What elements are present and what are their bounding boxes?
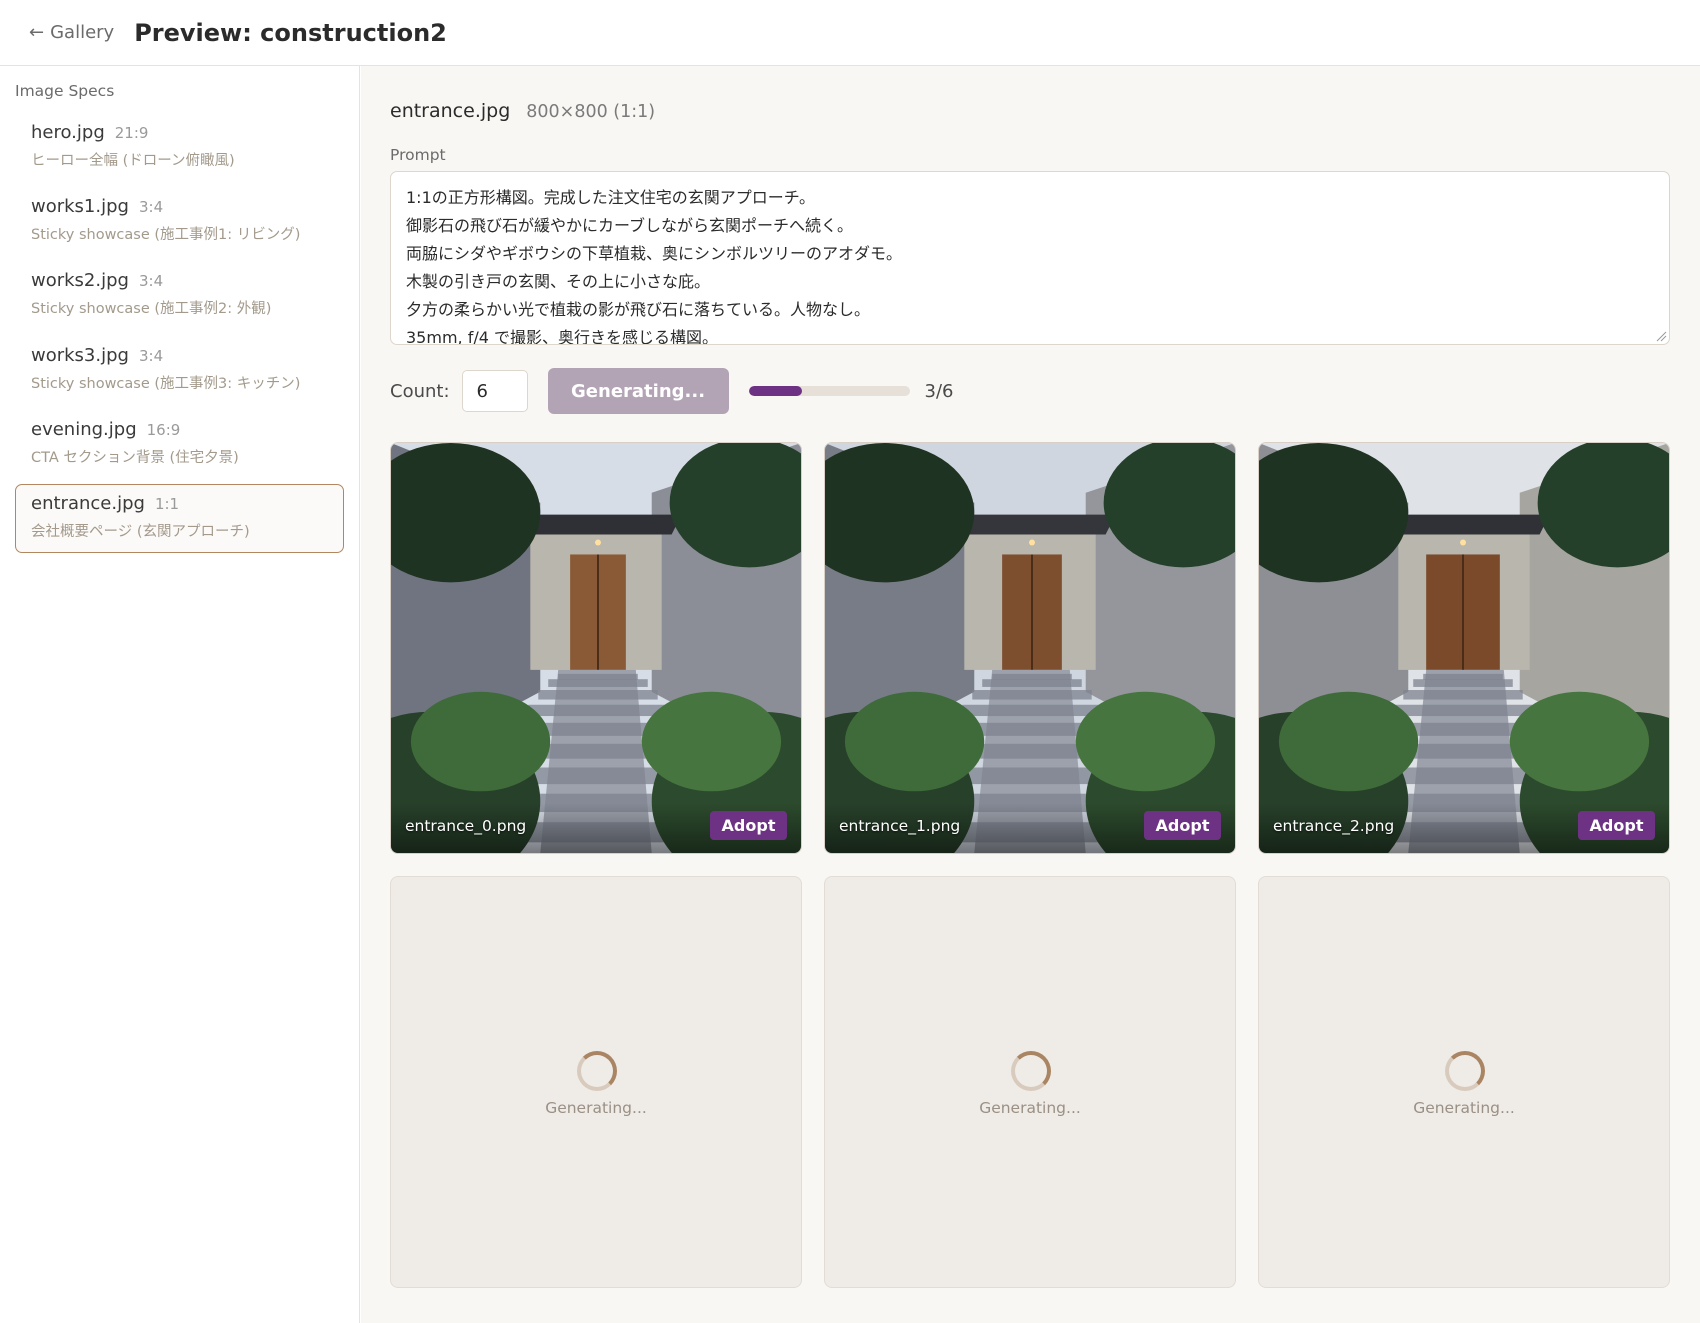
- prompt-line: 1:1の正方形構図。完成した注文住宅の玄関アプローチ。: [406, 188, 815, 207]
- spec-item-entrance[interactable]: entrance.jpg 1:1 会社概要ページ (玄関アプローチ): [15, 484, 344, 553]
- prompt-textarea[interactable]: 1:1の正方形構図。完成した注文住宅の玄関アプローチ。 御影石の飛び石が緩やかに…: [390, 171, 1670, 345]
- adopt-button[interactable]: Adopt: [710, 811, 787, 840]
- pending-card: Generating...: [390, 876, 802, 1288]
- pending-label: Generating...: [979, 1099, 1081, 1117]
- count-label: Count:: [390, 380, 450, 402]
- spec-description: CTA セクション背景 (住宅夕景): [31, 450, 239, 466]
- progress-bar: [748, 386, 910, 396]
- spec-ratio: 3:4: [138, 347, 164, 365]
- count-input[interactable]: 6: [461, 370, 528, 412]
- spec-description: Sticky showcase (施工事例3: キッチン): [31, 376, 301, 392]
- sidebar: Image Specs hero.jpg 21:9 ヒーロー全幅 (ドローン俯瞰…: [0, 66, 360, 1323]
- spec-ratio: 3:4: [138, 198, 164, 216]
- arrow-left-icon: ←: [29, 22, 45, 43]
- pending-label: Generating...: [1413, 1099, 1515, 1117]
- result-card[interactable]: entrance_1.png Adopt: [824, 442, 1236, 854]
- result-image: [391, 443, 801, 853]
- spec-description: 会社概要ページ (玄関アプローチ): [31, 524, 250, 540]
- file-header: entrance.jpg 800×800 (1:1): [390, 100, 655, 122]
- loading-spinner-icon: [1011, 1051, 1051, 1091]
- spec-description: Sticky showcase (施工事例2: 外観): [31, 301, 272, 317]
- spec-description: ヒーロー全幅 (ドローン俯瞰風): [31, 153, 235, 169]
- prompt-line: 御影石の飛び石が緩やかにカーブしながら玄関ポーチへ続く。: [406, 216, 854, 235]
- file-dimensions: 800×800 (1:1): [526, 102, 656, 122]
- file-name: entrance.jpg: [390, 100, 511, 122]
- prompt-line: 夕方の柔らかい光で植栽の影が飛び石に落ちている。人物なし。: [406, 300, 871, 319]
- spec-name: hero.jpg: [31, 122, 105, 143]
- result-filename: entrance_1.png: [839, 817, 961, 835]
- progress-text: 3/6: [924, 380, 954, 402]
- result-filename: entrance_2.png: [1273, 817, 1395, 835]
- generate-button[interactable]: Generating...: [547, 368, 729, 414]
- spec-ratio: 21:9: [114, 124, 149, 142]
- spec-name: entrance.jpg: [31, 493, 145, 514]
- spec-item-works2[interactable]: works2.jpg 3:4 Sticky showcase (施工事例2: 外…: [15, 261, 344, 330]
- spec-ratio: 16:9: [146, 421, 181, 439]
- result-image: [1259, 443, 1669, 853]
- pending-label: Generating...: [545, 1099, 647, 1117]
- result-image: [825, 443, 1235, 853]
- prompt-line: 両脇にシダやギボウシの下草植栽、奥にシンボルツリーのアオダモ。: [406, 244, 903, 263]
- spec-item-hero[interactable]: hero.jpg 21:9 ヒーロー全幅 (ドローン俯瞰風): [15, 113, 344, 182]
- result-card[interactable]: entrance_0.png Adopt: [390, 442, 802, 854]
- spec-item-works3[interactable]: works3.jpg 3:4 Sticky showcase (施工事例3: キ…: [15, 336, 344, 405]
- prompt-line: 木製の引き戸の玄関、その上に小さな庇。: [406, 272, 711, 291]
- loading-spinner-icon: [1445, 1051, 1485, 1091]
- loading-spinner-icon: [577, 1051, 617, 1091]
- spec-name: evening.jpg: [31, 419, 137, 440]
- spec-description: Sticky showcase (施工事例1: リビング): [31, 227, 301, 243]
- result-filename: entrance_0.png: [405, 817, 527, 835]
- spec-item-works1[interactable]: works1.jpg 3:4 Sticky showcase (施工事例1: リ…: [15, 187, 344, 256]
- spec-item-evening[interactable]: evening.jpg 16:9 CTA セクション背景 (住宅夕景): [15, 410, 344, 479]
- spec-name: works3.jpg: [31, 345, 129, 366]
- spec-name: works2.jpg: [31, 270, 129, 291]
- resize-grip-icon[interactable]: [1655, 330, 1667, 342]
- pending-card: Generating...: [824, 876, 1236, 1288]
- generation-controls: Count: 6 Generating... 3/6: [390, 368, 954, 414]
- main-panel: entrance.jpg 800×800 (1:1) Prompt 1:1の正方…: [361, 66, 1700, 1323]
- spec-name: works1.jpg: [31, 196, 129, 217]
- sidebar-heading: Image Specs: [15, 82, 115, 100]
- top-bar: ← Gallery Preview: construction2: [0, 0, 1700, 66]
- result-card[interactable]: entrance_2.png Adopt: [1258, 442, 1670, 854]
- pending-card: Generating...: [1258, 876, 1670, 1288]
- prompt-line: 35mm, f/4 で撮影、奥行きを感じる構図。: [406, 328, 718, 345]
- prompt-label: Prompt: [390, 146, 446, 164]
- back-to-gallery-link[interactable]: ← Gallery: [29, 22, 114, 43]
- adopt-button[interactable]: Adopt: [1144, 811, 1221, 840]
- adopt-button[interactable]: Adopt: [1578, 811, 1655, 840]
- back-link-label: Gallery: [50, 22, 115, 43]
- spec-ratio: 3:4: [138, 272, 164, 290]
- page-title: Preview: construction2: [134, 18, 447, 47]
- spec-ratio: 1:1: [154, 495, 180, 513]
- progress-bar-fill: [748, 386, 802, 396]
